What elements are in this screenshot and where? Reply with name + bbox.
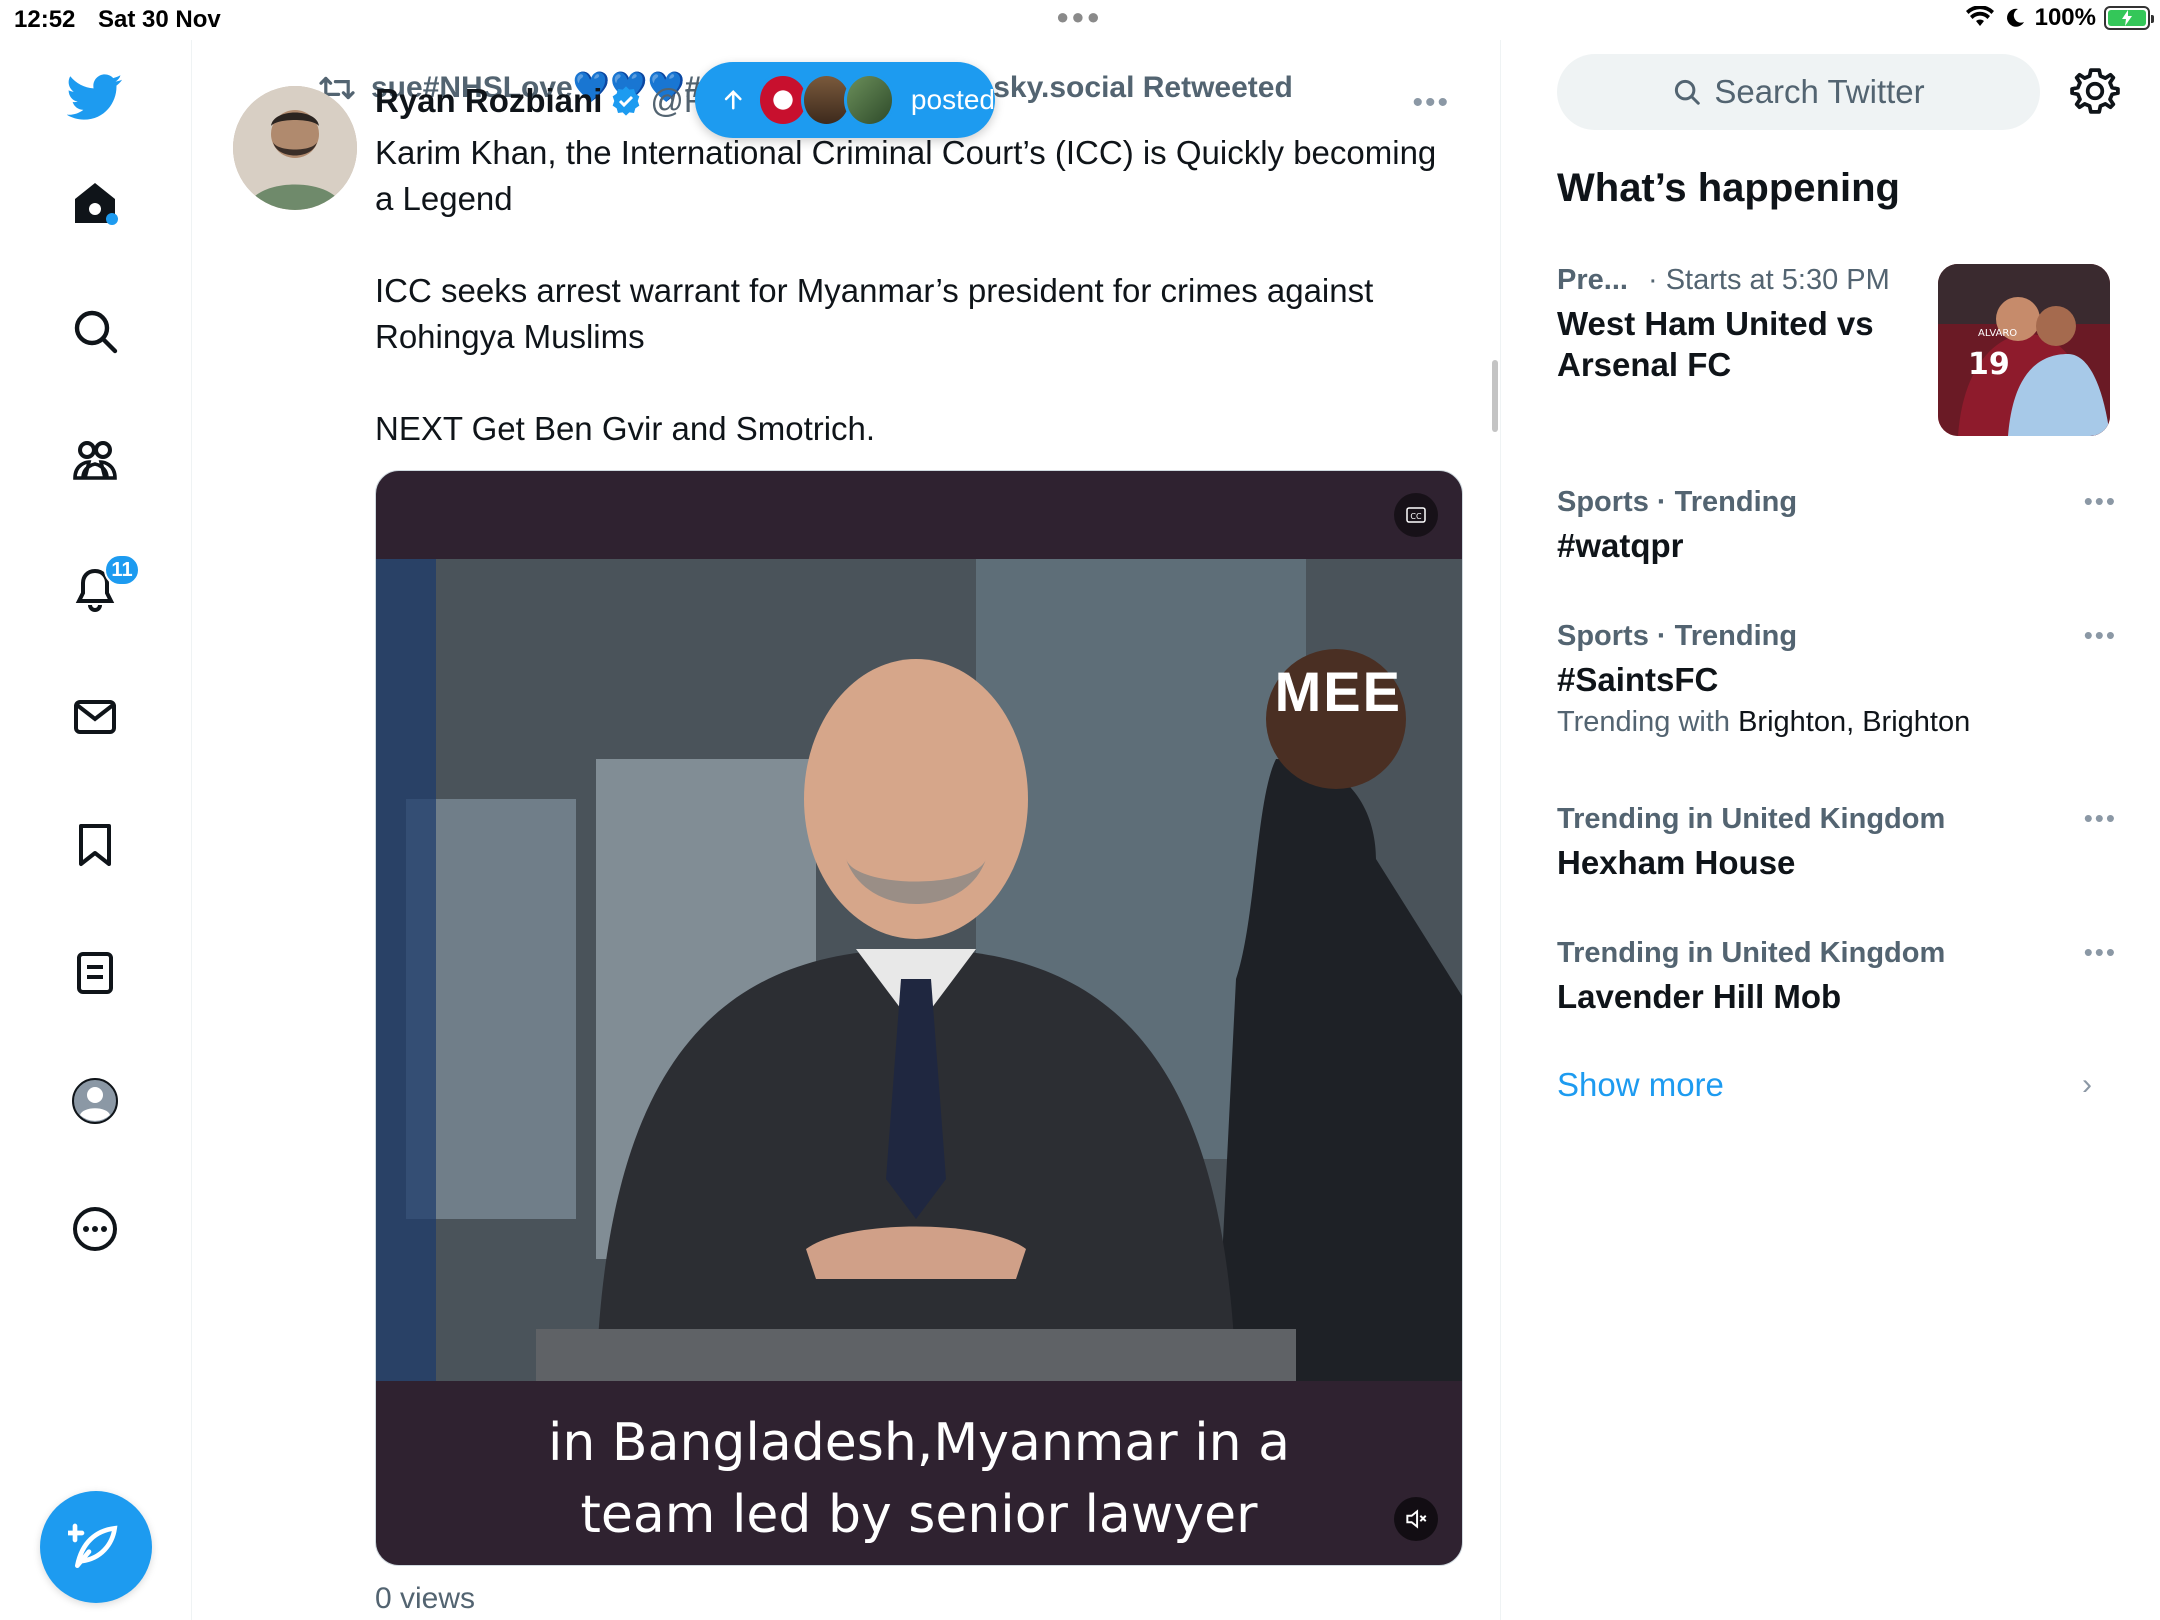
- tweet-paragraph: ICC seeks arrest warrant for Myanmar’s p…: [375, 272, 1374, 355]
- wifi-icon: [1965, 6, 1994, 26]
- tweet-body: Karim Khan, the International Criminal C…: [375, 130, 1455, 498]
- tweet-paragraph: Karim Khan, the International Criminal C…: [375, 134, 1437, 217]
- caption-line: in Bangladesh,Myanmar in a: [547, 1413, 1290, 1473]
- mute-icon[interactable]: [1394, 1497, 1438, 1541]
- status-bar: 12:52 Sat 30 Nov ●●● 100%: [0, 0, 2160, 40]
- envelope-icon[interactable]: [62, 684, 128, 750]
- author-row: Ryan Rozbiani @R: [375, 82, 708, 120]
- trend-more-button[interactable]: •••: [2084, 937, 2117, 968]
- svg-text:ALVARO: ALVARO: [1978, 328, 2017, 339]
- trend-item[interactable]: Sports · Trending #SaintsFC Trending wit…: [1557, 620, 2117, 739]
- home-unread-dot: [106, 213, 118, 225]
- captions-icon[interactable]: CC: [1394, 493, 1438, 537]
- people-icon[interactable]: [62, 427, 128, 493]
- tweet-more-button[interactable]: •••: [1412, 86, 1450, 120]
- battery-icon: [2104, 6, 2154, 30]
- compose-icon: [68, 1523, 118, 1568]
- trend-more-button[interactable]: •••: [2084, 486, 2117, 517]
- trend-sub-related: Brighton, Brighton: [1738, 706, 1971, 738]
- trend-category: Trending in United Kingdom: [1557, 803, 1946, 835]
- trend-category: Pre...: [1557, 264, 1628, 296]
- trend-item[interactable]: Pre... · Starts at 5:30 PM West Ham Unit…: [1557, 264, 2117, 436]
- new-posts-label: posted: [910, 84, 995, 115]
- video-watermark: MEE: [1274, 660, 1402, 723]
- timeline: sue#NHSLove💙💙💙#FBNHS suesuezep.bsky.soci…: [193, 40, 1501, 1620]
- trend-subtitle: Trending with Brighton, Brighton: [1557, 706, 2117, 739]
- view-count: 0 views: [375, 1582, 476, 1615]
- author-name[interactable]: Ryan Rozbiani: [375, 82, 602, 120]
- avatar-icon[interactable]: [62, 1068, 128, 1134]
- compose-button[interactable]: [40, 1491, 152, 1603]
- tweet-video[interactable]: MEE CC in Bangladesh,Myanmar in a team l…: [375, 470, 1463, 1566]
- list-icon[interactable]: [62, 940, 128, 1006]
- video-caption: in Bangladesh,Myanmar in a team led by s…: [376, 1407, 1462, 1551]
- whats-happening-title: What’s happening: [1557, 166, 1900, 210]
- show-more-link[interactable]: Show more: [1557, 1066, 1724, 1104]
- arrow-up-icon: [724, 90, 742, 110]
- trend-more-button[interactable]: •••: [2084, 803, 2117, 834]
- trend-item[interactable]: Trending in United Kingdom Hexham House …: [1557, 803, 2117, 883]
- status-time: 12:52: [14, 6, 76, 33]
- home-icon[interactable]: [62, 170, 128, 236]
- trend-item[interactable]: Sports · Trending #watqpr •••: [1557, 486, 2117, 566]
- trend-time: · Starts at 5:30 PM: [1648, 264, 1890, 296]
- left-nav: 11: [0, 40, 192, 1620]
- svg-text:19: 19: [1968, 347, 2010, 382]
- trend-title: Hexham House: [1557, 844, 1796, 881]
- bookmark-icon[interactable]: [62, 812, 128, 878]
- trend-title: Lavender Hill Mob: [1557, 978, 1842, 1015]
- author-avatar[interactable]: [233, 86, 357, 210]
- trend-category: Sports · Trending: [1557, 486, 1798, 518]
- search-input[interactable]: Search Twitter: [1557, 54, 2040, 130]
- right-sidebar: Search Twitter What’s happening Pre... ·…: [1502, 40, 2160, 1620]
- video-frame[interactable]: MEE: [376, 559, 1462, 1381]
- ellipsis-circle-icon[interactable]: [62, 1196, 128, 1262]
- moon-icon: [2006, 8, 2024, 27]
- bird-icon[interactable]: [62, 64, 128, 130]
- scrollbar[interactable]: [1492, 360, 1498, 432]
- trend-sub-prefix: Trending with: [1557, 706, 1731, 738]
- tweet-paragraph: NEXT Get Ben Gvir and Smotrich.: [375, 410, 876, 447]
- new-posts-pill[interactable]: posted: [695, 62, 995, 138]
- status-date: Sat 30 Nov: [98, 6, 221, 33]
- trend-title: West Ham United vs Arsenal FC: [1557, 305, 1874, 383]
- trend-category: Trending in United Kingdom: [1557, 937, 1946, 969]
- search-placeholder: Search Twitter: [1714, 73, 1925, 110]
- trend-category: Sports · Trending: [1557, 620, 1798, 652]
- battery-percent: 100%: [2034, 4, 2096, 31]
- trend-title: #SaintsFC: [1557, 661, 1719, 698]
- trend-title: #watqpr: [1557, 527, 1684, 564]
- trend-item[interactable]: Trending in United Kingdom Lavender Hill…: [1557, 937, 2117, 1017]
- gear-icon[interactable]: [2070, 66, 2120, 116]
- caption-line: team led by senior lawyer: [580, 1485, 1258, 1545]
- trend-image: ALVARO 19: [1938, 264, 2110, 436]
- svg-text:CC: CC: [1410, 512, 1422, 521]
- trend-more-button[interactable]: •••: [2084, 620, 2117, 651]
- search-icon: [1675, 79, 1701, 105]
- verified-icon: [613, 86, 640, 116]
- status-right: 100%: [1965, 4, 2154, 32]
- chevron-right-icon[interactable]: ›: [2082, 1068, 2092, 1102]
- search-icon[interactable]: [62, 298, 128, 364]
- pill-avatar-3: [843, 73, 895, 127]
- multitasking-dots[interactable]: ●●●: [1056, 4, 1102, 30]
- notifications-badge: 11: [104, 554, 140, 586]
